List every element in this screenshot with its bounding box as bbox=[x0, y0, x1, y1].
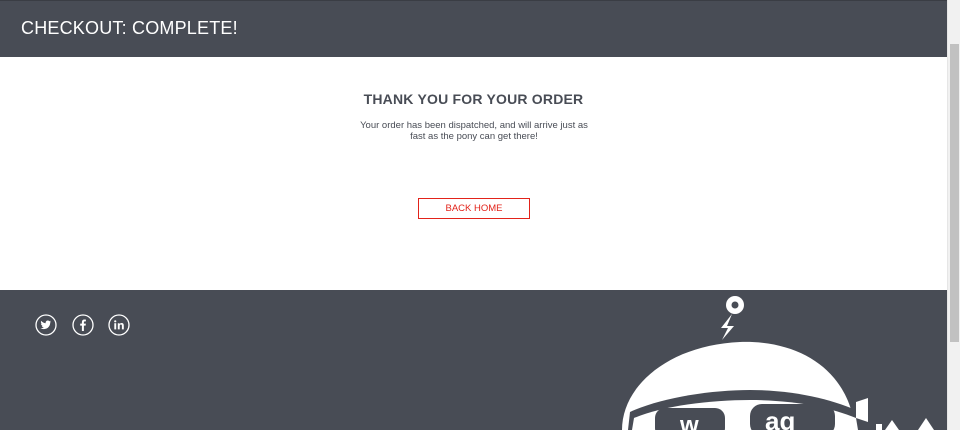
facebook-link[interactable] bbox=[72, 314, 94, 336]
linkedin-link[interactable] bbox=[108, 314, 130, 336]
page-title: CHECKOUT: COMPLETE! bbox=[21, 18, 238, 38]
svg-text:w: w bbox=[679, 412, 699, 430]
checkout-complete-container: THANK YOU FOR YOUR ORDER Your order has … bbox=[0, 57, 947, 290]
svg-text:ag: ag bbox=[765, 406, 795, 430]
linkedin-icon bbox=[108, 314, 130, 336]
twitter-icon bbox=[35, 314, 57, 336]
header-bar: CHECKOUT: COMPLETE! bbox=[0, 0, 947, 57]
twitter-link[interactable] bbox=[35, 314, 57, 336]
vertical-scrollbar[interactable] bbox=[947, 0, 960, 430]
browser-viewport: CHECKOUT: COMPLETE! THANK YOU FOR YOUR O… bbox=[0, 0, 947, 430]
robot-mascot-logo: w ag bbox=[622, 296, 934, 430]
facebook-icon bbox=[72, 314, 94, 336]
back-home-button[interactable]: BACK HOME bbox=[418, 198, 530, 219]
footer: w ag bbox=[0, 290, 947, 430]
order-dispatched-message: Your order has been dispatched, and will… bbox=[360, 120, 588, 142]
scrollbar-thumb[interactable] bbox=[950, 44, 959, 342]
page: CHECKOUT: COMPLETE! THANK YOU FOR YOUR O… bbox=[0, 0, 960, 430]
thank-you-heading: THANK YOU FOR YOUR ORDER bbox=[363, 91, 584, 107]
